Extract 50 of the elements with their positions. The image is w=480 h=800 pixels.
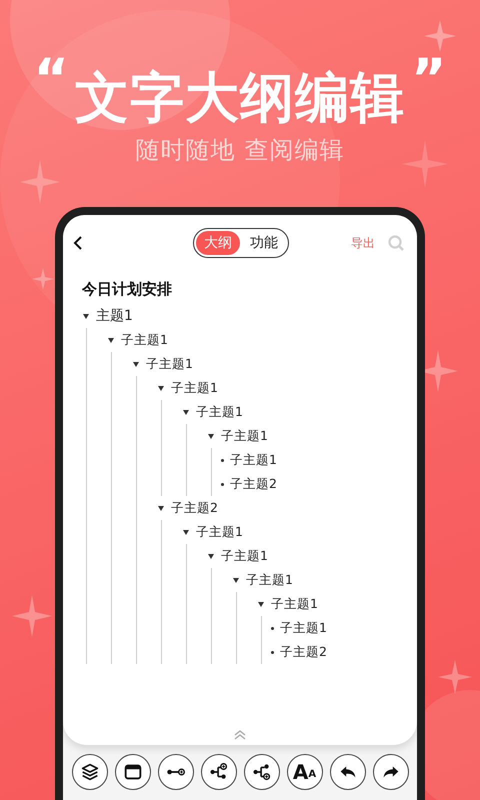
- outline-node[interactable]: 子主题2: [230, 476, 277, 492]
- bullet-icon: [221, 458, 224, 462]
- outline-node[interactable]: 子主题1: [221, 548, 268, 564]
- caret-icon[interactable]: [158, 386, 164, 390]
- caret-icon[interactable]: [258, 602, 264, 606]
- outline-node[interactable]: 子主题2: [171, 500, 218, 516]
- outline-node[interactable]: 子主题1: [271, 596, 318, 612]
- redo-button[interactable]: [372, 754, 408, 790]
- caret-icon[interactable]: [183, 530, 189, 534]
- outline-node[interactable]: 子主题1: [171, 380, 218, 396]
- headline-title: 文字大纲编辑: [75, 65, 405, 131]
- outline-node[interactable]: 子主题1: [146, 356, 193, 372]
- caret-icon[interactable]: [208, 554, 214, 558]
- window-button[interactable]: [114, 754, 150, 790]
- add-sibling-button[interactable]: [244, 754, 280, 790]
- font-size-button[interactable]: AA: [286, 754, 322, 790]
- caret-icon[interactable]: [233, 578, 239, 582]
- outline-node[interactable]: 子主题1: [230, 452, 277, 468]
- outline-node[interactable]: 子主题1: [196, 524, 243, 540]
- outline-node[interactable]: 子主题1: [246, 572, 293, 588]
- bullet-icon: [221, 482, 224, 486]
- sparkle-icon: [20, 160, 60, 204]
- sparkle-icon: [32, 268, 54, 290]
- add-child-button[interactable]: [200, 754, 236, 790]
- open-quote: “: [34, 52, 69, 106]
- caret-icon[interactable]: [83, 314, 89, 318]
- outline-node[interactable]: 主题1: [96, 307, 133, 325]
- caret-icon[interactable]: [158, 506, 164, 510]
- connector-button[interactable]: [158, 754, 194, 790]
- outline-node[interactable]: 子主题1: [196, 404, 243, 420]
- caret-icon[interactable]: [183, 410, 189, 414]
- caret-icon[interactable]: [108, 338, 114, 342]
- caret-icon[interactable]: [208, 434, 214, 438]
- document-title: 今日计划安排: [82, 280, 172, 299]
- sparkle-icon: [438, 660, 472, 694]
- outline-node[interactable]: 子主题1: [280, 620, 327, 636]
- outline-node[interactable]: 子主题1: [221, 428, 268, 444]
- caret-icon[interactable]: [133, 362, 139, 366]
- tab[interactable]: 功能: [242, 231, 286, 255]
- undo-button[interactable]: [330, 754, 366, 790]
- sparkle-icon: [12, 595, 52, 637]
- headline-subtitle: 随时随地 查阅编辑: [136, 135, 344, 166]
- sparkle-icon: [402, 140, 448, 188]
- layers-button[interactable]: [72, 754, 108, 790]
- outline-node[interactable]: 子主题1: [121, 332, 168, 348]
- bullet-icon: [271, 626, 274, 630]
- outline-node[interactable]: 子主题2: [280, 644, 327, 660]
- sparkle-icon: [424, 20, 456, 52]
- bullet-icon: [271, 650, 274, 654]
- close-quote: ”: [411, 52, 446, 106]
